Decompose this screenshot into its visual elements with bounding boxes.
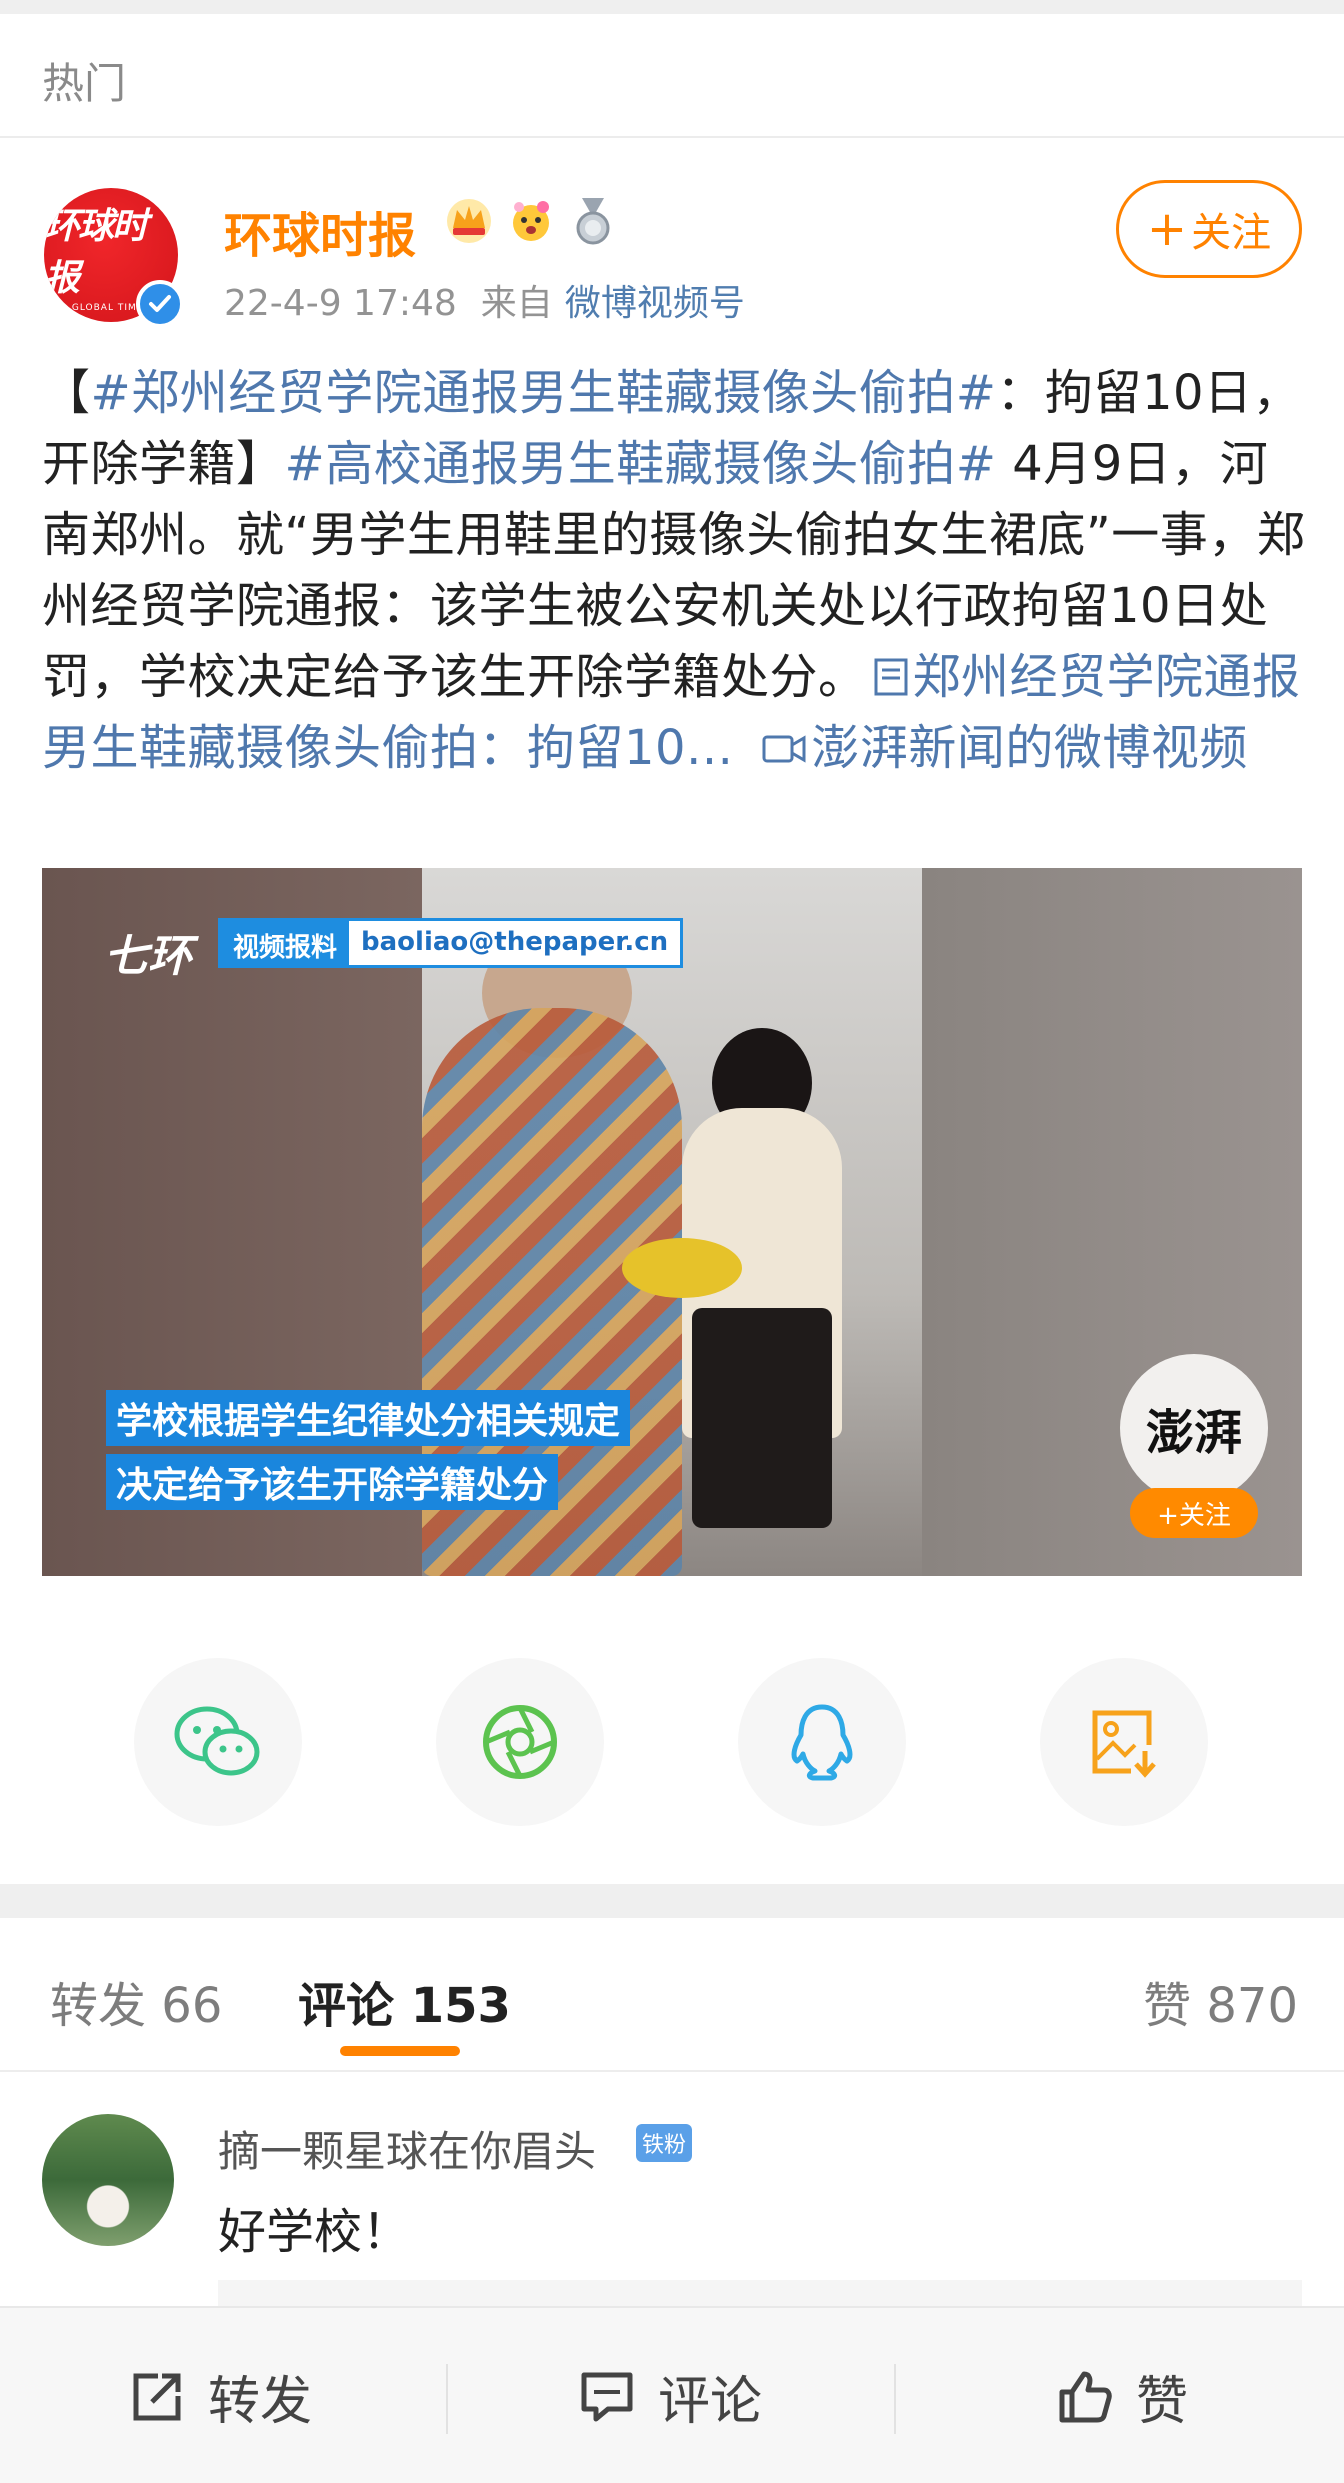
plus-icon: +	[1146, 201, 1188, 257]
share-row	[0, 1658, 1344, 1828]
video-caption-1: 学校根据学生纪律处分相关规定	[106, 1390, 631, 1446]
follow-label: 关注	[1191, 210, 1272, 256]
save-image-icon	[1092, 1710, 1156, 1778]
tab-comments-count: 153	[410, 1978, 511, 2034]
video-link-text: 澎湃新闻的微博视频	[811, 720, 1248, 776]
bottom-action-bar: 转发 评论 赞	[0, 2306, 1344, 2483]
video-email-label: 视频报料	[221, 921, 350, 965]
bottom-divider	[446, 2364, 448, 2434]
section-divider	[0, 1884, 1344, 1918]
commenter-name[interactable]: 摘一颗星球在你眉头	[218, 2118, 596, 2179]
text-bracket: 【	[42, 365, 91, 421]
crown-icon[interactable]	[444, 196, 494, 246]
comment-label: 评论	[658, 2372, 763, 2432]
video-email-banner: 视频报料 baoliao@thepaper.cn	[218, 918, 684, 968]
channel-logo[interactable]: 澎湃	[1120, 1354, 1268, 1502]
repost-icon	[133, 2373, 181, 2420]
article-icon	[874, 658, 908, 696]
share-wechat-button[interactable]	[134, 1658, 302, 1826]
video-player[interactable]: 七环 视频报料 baoliao@thepaper.cn 学校根据学生纪律处分相关…	[42, 868, 1302, 1576]
video-logo: 七环	[104, 931, 192, 982]
tab-reposts-count: 66	[161, 1978, 223, 2034]
comment-button[interactable]: 评论	[578, 2308, 762, 2483]
bottom-divider	[894, 2364, 896, 2434]
wechat-icon	[174, 1706, 260, 1776]
tab-reposts-label: 转发	[50, 1978, 147, 2034]
section-label: 热门	[42, 59, 127, 108]
repost-label: 转发	[208, 2372, 313, 2432]
save-image-button[interactable]	[1040, 1658, 1208, 1826]
video-link[interactable]: 澎湃新闻的微博视频	[733, 720, 1248, 776]
video-figure-skirt	[692, 1308, 832, 1528]
post-from-label: 来自	[480, 283, 553, 324]
video-email-address: baoliao@thepaper.cn	[361, 927, 669, 957]
moments-icon	[483, 1705, 557, 1779]
post-time: 22-4-9 17:48	[224, 283, 457, 324]
author-name[interactable]: 环球时报	[224, 196, 416, 266]
medal-icon[interactable]	[568, 196, 618, 246]
like-label: 赞	[1136, 2372, 1189, 2432]
like-button[interactable]: 赞	[1056, 2308, 1188, 2483]
thumbs-up-icon	[1059, 2371, 1112, 2422]
post-source-link[interactable]: 微博视频号	[565, 283, 745, 324]
channel-name: 澎湃	[1145, 1405, 1242, 1461]
share-moments-button[interactable]	[436, 1658, 604, 1826]
commenter-avatar[interactable]	[42, 2114, 174, 2246]
channel-follow-button[interactable]: +关注	[1130, 1488, 1258, 1538]
author-badges	[444, 196, 618, 246]
tab-reposts[interactable]: 转发 66	[50, 1966, 222, 2036]
comment-icon	[581, 2372, 633, 2421]
emoji-badge-icon[interactable]	[506, 196, 556, 246]
video-camera-icon	[762, 735, 806, 763]
repost-button[interactable]: 转发	[128, 2308, 312, 2483]
tab-likes[interactable]: 赞 870	[1143, 1966, 1298, 2036]
comment-text: 好学校！	[218, 2204, 411, 2260]
fan-badge: 铁粉	[636, 2124, 693, 2162]
video-plate	[622, 1238, 742, 1298]
hashtag-link-2[interactable]: #高校通报男生鞋藏摄像头偷拍#	[285, 436, 997, 492]
tab-comments-label: 评论	[298, 1978, 395, 2034]
status-gap	[0, 0, 1344, 14]
qq-icon	[791, 1704, 853, 1781]
weibo-post-page: 热门 环球时报 GLOBAL TIMES 环球时报 22-4-9 17:48 来…	[0, 0, 1344, 2483]
interaction-tabs: 转发 66 评论 153 赞 870	[0, 1918, 1344, 2072]
section-header: 热门	[0, 14, 1344, 138]
verified-icon	[136, 280, 184, 328]
active-tab-indicator	[340, 2046, 460, 2056]
hashtag-link-1[interactable]: #郑州经贸学院通报男生鞋藏摄像头偷拍#	[91, 365, 997, 421]
tab-likes-count: 870	[1206, 1978, 1298, 2034]
author-avatar[interactable]: 环球时报 GLOBAL TIMES	[44, 188, 184, 328]
video-caption-2: 决定给予该生开除学籍处分	[106, 1454, 559, 1510]
post-text: 【#郑州经贸学院通报男生鞋藏摄像头偷拍#：拘留10日，开除学籍】#高校通报男生鞋…	[42, 358, 1312, 784]
tab-likes-label: 赞	[1143, 1978, 1192, 2034]
share-qq-button[interactable]	[738, 1658, 906, 1826]
follow-button[interactable]: + 关注	[1116, 180, 1302, 278]
post-meta: 22-4-9 17:48 来自 微博视频号	[224, 274, 745, 326]
tab-comments[interactable]: 评论 153	[298, 1966, 511, 2036]
